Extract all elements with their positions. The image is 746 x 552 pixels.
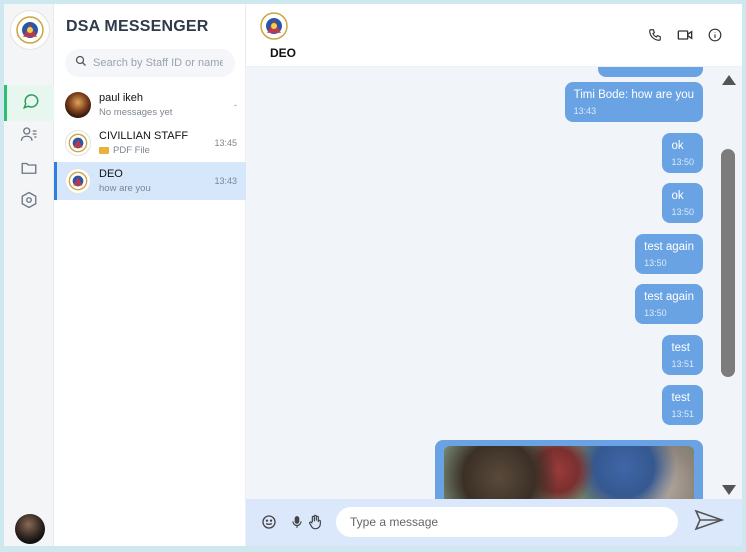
- hand-icon[interactable]: [306, 513, 324, 531]
- search-input[interactable]: [93, 57, 223, 69]
- conversation-preview: how are you: [99, 183, 151, 194]
- phone-icon[interactable]: [646, 26, 664, 44]
- nav-chats[interactable]: [4, 85, 54, 121]
- contact-avatar[interactable]: [258, 10, 290, 42]
- conversation-preview: No messages yet: [99, 107, 173, 118]
- search-box[interactable]: [65, 49, 235, 77]
- conversation-item[interactable]: CIVILLIAN STAFF PDF File 13:45: [54, 124, 246, 162]
- user-avatar[interactable]: [15, 514, 45, 544]
- message-text: ok: [671, 190, 684, 202]
- nav-rail: [4, 4, 54, 546]
- message-bubble: Timi Bode: how are you 13:43: [564, 82, 703, 122]
- microphone-icon[interactable]: [288, 513, 306, 531]
- conversation-time: 13:43: [214, 176, 237, 186]
- settings-hexagon-icon: [20, 191, 38, 214]
- video-call-icon[interactable]: [676, 26, 694, 44]
- nav-contacts[interactable]: [4, 118, 54, 154]
- folder-icon: [99, 146, 109, 154]
- conversation-time: -: [234, 100, 237, 110]
- message-bubble: test again 13:50: [635, 284, 703, 324]
- message-text: test again: [644, 241, 694, 253]
- app-title: DSA MESSENGER: [66, 18, 209, 35]
- chat-header: DEO: [246, 4, 742, 67]
- message-bubble: ok 13:50: [662, 183, 703, 223]
- conversation-preview: PDF File: [99, 145, 214, 156]
- send-icon: [694, 509, 725, 536]
- message-input[interactable]: [350, 515, 650, 529]
- message-bubble: test 13:51: [662, 335, 703, 375]
- message-text: test: [671, 392, 691, 404]
- conversation-item[interactable]: paul ikeh No messages yet -: [54, 86, 246, 124]
- search-icon: [75, 54, 87, 72]
- scroll-up-arrow-icon[interactable]: [722, 75, 736, 85]
- emoji-icon[interactable]: [260, 513, 278, 531]
- folder-icon: [20, 159, 38, 182]
- conversation-name: paul ikeh: [99, 92, 144, 104]
- message-time: 13:43: [573, 106, 597, 116]
- chat-scrollbar[interactable]: [716, 67, 742, 499]
- contacts-icon: [20, 125, 38, 148]
- message-time: 13:51: [671, 359, 694, 369]
- message-box[interactable]: [336, 507, 678, 537]
- message-composer: [246, 499, 742, 546]
- message-text: test again: [644, 291, 694, 303]
- message-bubble: ok 13:50: [662, 133, 703, 173]
- message-time: 13:50: [671, 157, 694, 167]
- message-time: 13:51: [671, 409, 694, 419]
- contact-name: DEO: [270, 46, 297, 60]
- conversation-name: CIVILLIAN STAFF: [99, 130, 189, 142]
- dsa-logo: [10, 10, 50, 50]
- message-time: 13:50: [644, 258, 667, 268]
- message-text: test: [671, 342, 691, 354]
- message-list[interactable]: Timi Bode: how are you 13:43 ok 13:50 ok…: [246, 67, 716, 499]
- message-text: ok: [671, 140, 684, 152]
- send-button[interactable]: [692, 509, 726, 535]
- message-bubble: test 13:51: [662, 385, 703, 425]
- group-avatar: [65, 130, 91, 156]
- message-bubble: test again 13:50: [635, 234, 703, 274]
- info-icon[interactable]: [706, 26, 724, 44]
- chat-bubble-icon: [22, 92, 40, 115]
- nav-files[interactable]: [4, 152, 54, 188]
- conversation-sidebar: DSA MESSENGER paul ikeh No messages yet …: [54, 4, 246, 546]
- nav-settings[interactable]: [4, 184, 54, 220]
- message-bubble-partial: [598, 67, 703, 77]
- conversation-name: DEO: [99, 168, 123, 180]
- scroll-thumb[interactable]: [721, 149, 735, 377]
- message-time: 13:50: [644, 308, 667, 318]
- app-window: DSA MESSENGER paul ikeh No messages yet …: [4, 4, 742, 546]
- conversation-item-active[interactable]: DEO how are you 13:43: [54, 162, 246, 200]
- contact-avatar: [65, 168, 91, 194]
- image-message[interactable]: [435, 440, 703, 499]
- message-time: 13:50: [671, 207, 694, 217]
- conversation-time: 13:45: [214, 138, 237, 148]
- scroll-down-arrow-icon[interactable]: [722, 485, 736, 495]
- contact-avatar: [65, 92, 91, 118]
- message-text: Timi Bode: how are you: [573, 89, 694, 101]
- shared-photo[interactable]: [444, 446, 694, 499]
